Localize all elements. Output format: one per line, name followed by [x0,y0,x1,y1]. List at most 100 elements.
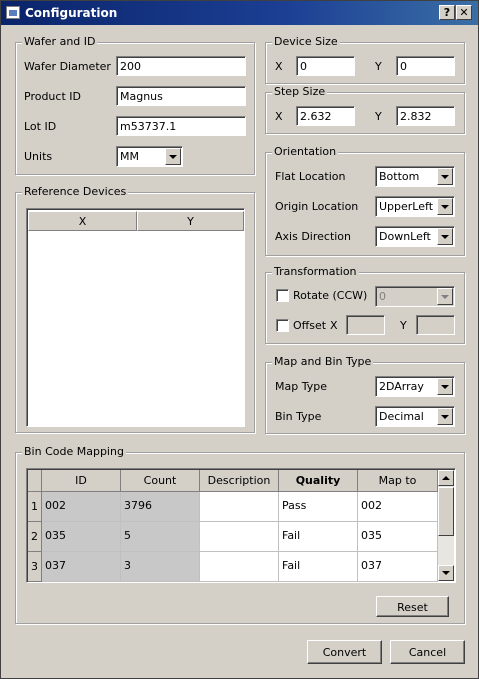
step-x-label: X [275,110,283,123]
group-title: Map and Bin Type [272,355,374,368]
cell-id[interactable]: 037 [42,552,121,582]
scrollbar-thumb[interactable] [438,487,454,536]
reference-devices-table[interactable]: X Y [26,208,245,427]
cell-quality[interactable]: Fail [279,522,358,552]
map-type-select[interactable]: 2DArray [375,376,455,397]
offset-x-label: X [330,319,338,332]
offset-x-input[interactable] [346,315,385,335]
cell-description[interactable] [200,492,279,522]
wafer-diameter-label: Wafer Diameter [24,60,111,73]
row-header[interactable]: 3 [28,552,42,582]
wafer-diameter-input[interactable]: 200 [116,56,246,76]
chevron-down-icon[interactable] [437,198,453,215]
column-header-count[interactable]: Count [121,470,200,492]
step-y-label: Y [375,110,382,123]
cell-count[interactable]: 5 [121,522,200,552]
cell-count[interactable]: 3 [121,552,200,582]
rotate-value: 0 [379,290,386,303]
rotate-select[interactable]: 0 [375,286,455,307]
cell-quality[interactable]: Pass [279,492,358,522]
transformation-group: Transformation Rotate (CCW) 0 Offset X Y [265,265,465,344]
cell-count[interactable]: 3796 [121,492,200,522]
device-x-input[interactable]: 0 [296,56,355,76]
offset-checkbox[interactable] [276,319,289,332]
chevron-down-icon[interactable] [437,378,453,395]
bin-code-table[interactable]: ID Count Description Quality Map to 1 00… [26,468,456,583]
help-button[interactable]: ? [439,5,455,20]
reset-button[interactable]: Reset [376,596,449,617]
reference-devices-group: Reference Devices X Y [15,185,255,433]
column-header-quality[interactable]: Quality [279,470,358,492]
cell-description[interactable] [200,522,279,552]
chevron-down-icon[interactable] [165,148,181,165]
vertical-scrollbar[interactable] [438,470,454,581]
step-x-input[interactable]: 2.632 [296,106,355,126]
step-y-input[interactable]: 2.832 [396,106,455,126]
map-type-label: Map Type [275,380,327,393]
cell-map-to[interactable]: 035 [358,522,438,552]
group-title: Device Size [272,35,340,48]
units-value: MM [120,150,139,163]
cell-id[interactable]: 002 [42,492,121,522]
flat-location-value: Bottom [379,170,420,183]
cell-description[interactable] [200,552,279,582]
cell-map-to[interactable]: 037 [358,552,438,582]
device-y-input[interactable]: 0 [396,56,455,76]
column-header-map-to[interactable]: Map to [358,470,438,492]
rotate-checkbox[interactable] [276,289,289,302]
close-button[interactable]: ✕ [456,5,472,20]
offset-label: Offset [293,319,327,332]
map-and-bin-type-group: Map and Bin Type Map Type 2DArray Bin Ty… [265,355,465,434]
column-header-y[interactable]: Y [137,211,244,231]
product-id-input[interactable]: Magnus [116,86,246,106]
chevron-down-icon[interactable] [437,168,453,185]
group-title: Wafer and ID [22,35,98,48]
axis-direction-select[interactable]: DownLeft [375,226,455,247]
rotate-label: Rotate (CCW) [293,289,368,302]
row-header[interactable]: 2 [28,522,42,552]
flat-location-label: Flat Location [275,170,346,183]
origin-location-label: Origin Location [275,200,359,213]
chevron-down-icon[interactable] [437,288,453,305]
scroll-down-icon[interactable] [438,565,454,581]
configuration-dialog: Configuration ? ✕ Wafer and ID Wafer Dia… [0,0,479,679]
bin-type-label: Bin Type [275,410,322,423]
orientation-group: Orientation Flat Location Bottom Origin … [265,145,465,256]
bin-type-value: Decimal [379,410,424,423]
cell-quality[interactable]: Fail [279,552,358,582]
map-type-value: 2DArray [379,380,424,393]
device-x-label: X [275,60,283,73]
group-title: Step Size [272,85,328,98]
units-select[interactable]: MM [116,146,183,167]
scroll-up-icon[interactable] [438,470,454,486]
group-title: Bin Code Mapping [22,445,126,458]
axis-direction-label: Axis Direction [275,230,352,243]
chevron-down-icon[interactable] [437,228,453,245]
origin-location-value: UpperLeft [379,200,434,213]
chevron-down-icon[interactable] [437,408,453,425]
cell-map-to[interactable]: 002 [358,492,438,522]
product-id-label: Product ID [24,90,81,103]
row-header[interactable]: 1 [28,492,42,522]
lot-id-input[interactable]: m53737.1 [116,116,246,136]
cell-id[interactable]: 035 [42,522,121,552]
column-header-x[interactable]: X [28,211,137,231]
group-title: Reference Devices [22,185,129,198]
lot-id-label: Lot ID [24,120,57,133]
table-corner [28,470,42,492]
axis-direction-value: DownLeft [379,230,431,243]
group-title: Orientation [272,145,339,158]
wafer-and-id-group: Wafer and ID Wafer Diameter 200 Product … [15,35,255,175]
units-label: Units [24,150,53,163]
column-header-id[interactable]: ID [42,470,121,492]
cancel-button[interactable]: Cancel [390,640,465,664]
column-header-description[interactable]: Description [200,470,279,492]
window-title: Configuration [25,6,118,20]
convert-button[interactable]: Convert [307,640,382,664]
origin-location-select[interactable]: UpperLeft [375,196,455,217]
device-size-group: Device Size X 0 Y 0 [265,35,465,84]
offset-y-input[interactable] [416,315,455,335]
bin-type-select[interactable]: Decimal [375,406,455,427]
flat-location-select[interactable]: Bottom [375,166,455,187]
title-bar[interactable]: Configuration ? ✕ [1,1,478,25]
